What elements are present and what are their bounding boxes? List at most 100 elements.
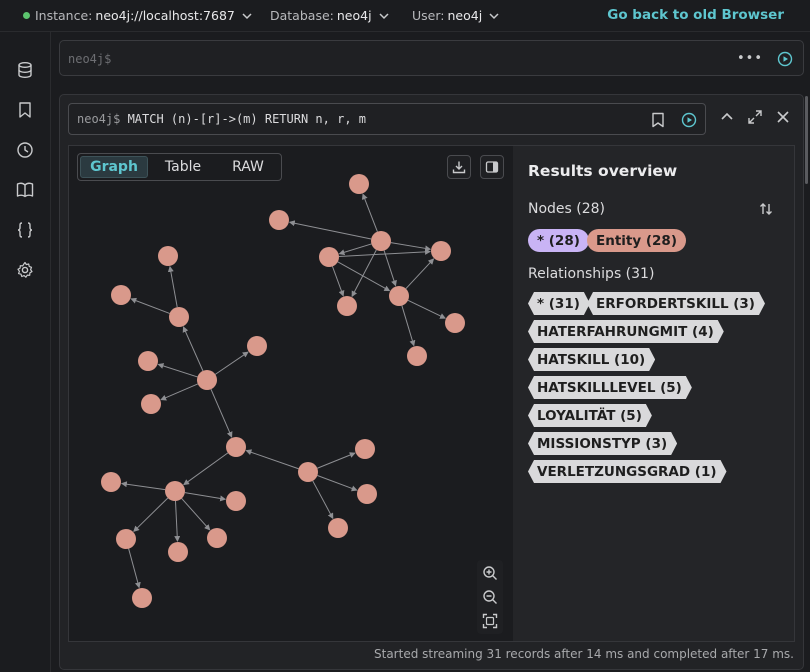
relationship-edge[interactable] (174, 500, 181, 543)
tab-graph[interactable]: Graph (80, 156, 148, 178)
relationship-edge[interactable] (245, 449, 299, 470)
rel-type-missionstyp[interactable]: MISSIONSTYP (3) (528, 432, 677, 455)
tab-table[interactable]: Table (150, 156, 216, 178)
entity-node[interactable] (226, 437, 246, 457)
relationship-edge[interactable] (401, 305, 416, 347)
relationship-edge[interactable] (317, 475, 358, 492)
fullscreen-icon[interactable] (747, 109, 763, 125)
close-icon[interactable] (775, 109, 791, 125)
relationship-edge[interactable] (337, 261, 391, 292)
relationship-edge[interactable] (128, 548, 141, 589)
entity-node[interactable] (207, 528, 227, 548)
gear-icon[interactable] (15, 260, 35, 280)
rel-type-verletzungsgrad[interactable]: VERLETZUNGSGRAD (1) (528, 460, 727, 483)
relationship-edge[interactable] (160, 383, 199, 401)
relationship-edge[interactable] (183, 452, 229, 486)
book-icon[interactable] (15, 180, 35, 200)
entity-node[interactable] (165, 481, 185, 501)
rel-type-all[interactable]: * (31) (528, 292, 590, 315)
entity-node[interactable] (357, 484, 377, 504)
sidebar (0, 32, 51, 672)
relationship-edge[interactable] (167, 265, 178, 308)
entity-node[interactable] (116, 529, 136, 549)
collapse-icon[interactable] (719, 109, 735, 125)
relationship-edge[interactable] (405, 258, 435, 290)
rel-type-hatskill[interactable]: HATSKILL (10) (528, 348, 655, 371)
entity-node[interactable] (132, 588, 152, 608)
download-button[interactable] (447, 155, 471, 179)
frame-query-bar[interactable]: neo4j$ MATCH (n)-[r]->(m) RETURN n, r, m (68, 103, 706, 135)
graph-canvas[interactable] (68, 145, 513, 642)
zoom-out-icon[interactable] (482, 589, 498, 605)
toggle-panel-button[interactable] (480, 155, 504, 179)
node-label-all[interactable]: * (28) (528, 229, 589, 252)
relationship-edge[interactable] (361, 193, 378, 232)
relationship-edge[interactable] (181, 498, 211, 531)
relationship-edge[interactable] (288, 220, 372, 240)
entity-node[interactable] (319, 247, 339, 267)
entity-node[interactable] (431, 241, 451, 261)
entity-node[interactable] (407, 346, 427, 366)
relationship-edge[interactable] (130, 297, 170, 314)
entity-node[interactable] (226, 491, 246, 511)
entity-node[interactable] (158, 246, 178, 266)
query-editor[interactable]: neo4j$ ••• (59, 40, 804, 76)
entity-node[interactable] (298, 462, 318, 482)
entity-node[interactable] (138, 351, 158, 371)
bookmark-icon[interactable] (651, 112, 665, 128)
entity-node[interactable] (328, 518, 348, 538)
run-icon[interactable] (681, 112, 697, 128)
rel-type-erfordertskill[interactable]: ERFORDERTSKILL (3) (587, 292, 765, 315)
relationship-edge[interactable] (383, 250, 397, 287)
bookmark-icon[interactable] (15, 100, 35, 120)
entity-node[interactable] (337, 296, 357, 316)
scrollbar[interactable] (805, 96, 808, 184)
relationship-edge[interactable] (338, 243, 372, 256)
rel-type-haterfahrungmit[interactable]: HATERFAHRUNGMIT (4) (528, 320, 724, 343)
entity-node[interactable] (141, 394, 161, 414)
entity-node[interactable] (371, 231, 391, 251)
database-icon[interactable] (15, 60, 35, 80)
entity-node[interactable] (269, 210, 289, 230)
tab-raw[interactable]: RAW (218, 156, 278, 178)
more-options-icon[interactable]: ••• (737, 51, 763, 66)
entity-node[interactable] (111, 285, 131, 305)
entity-node[interactable] (389, 286, 409, 306)
entity-node[interactable] (445, 313, 465, 333)
entity-node[interactable] (101, 472, 121, 492)
run-icon[interactable] (777, 51, 793, 67)
rel-type-hatskilllevel[interactable]: HATSKILLLEVEL (5) (528, 376, 692, 399)
history-icon[interactable] (15, 140, 35, 160)
entity-node[interactable] (247, 336, 267, 356)
entity-node[interactable] (168, 542, 188, 562)
node-label-entity[interactable]: Entity (28) (587, 229, 686, 252)
instance-label: Instance: (35, 8, 93, 23)
frame-query: MATCH (n)-[r]->(m) RETURN n, r, m (120, 112, 366, 126)
sort-icon[interactable] (758, 201, 774, 217)
relationship-edge[interactable] (407, 299, 446, 319)
relationship-edge[interactable] (184, 492, 227, 502)
fit-to-screen-icon[interactable] (482, 613, 498, 629)
instance-selector[interactable]: Instance: neo4j://localhost:7687 (23, 0, 252, 32)
braces-icon[interactable] (15, 220, 35, 240)
entity-node[interactable] (349, 174, 369, 194)
relationship-edge[interactable] (214, 351, 249, 375)
entity-node[interactable] (355, 439, 375, 459)
zoom-in-icon[interactable] (482, 565, 498, 581)
database-selector[interactable]: Database: neo4j (270, 0, 389, 32)
relationship-edge[interactable] (390, 242, 432, 252)
entity-node[interactable] (197, 370, 217, 390)
relationship-edge[interactable] (133, 497, 169, 533)
relationship-edge[interactable] (157, 363, 198, 378)
entity-node[interactable] (169, 307, 189, 327)
relationship-edge[interactable] (182, 326, 204, 372)
relationship-edge[interactable] (120, 481, 166, 491)
relationship-edge[interactable] (312, 480, 334, 520)
rel-type-loyalitaet[interactable]: LOYALITÄT (5) (528, 404, 652, 427)
relationship-edge[interactable] (210, 388, 233, 438)
relationship-edge[interactable] (351, 249, 377, 298)
relationship-edge[interactable] (317, 452, 356, 469)
user-selector[interactable]: User: neo4j (412, 0, 499, 32)
old-browser-link[interactable]: Go back to old Browser (607, 7, 784, 23)
relationship-edge[interactable] (331, 266, 345, 297)
